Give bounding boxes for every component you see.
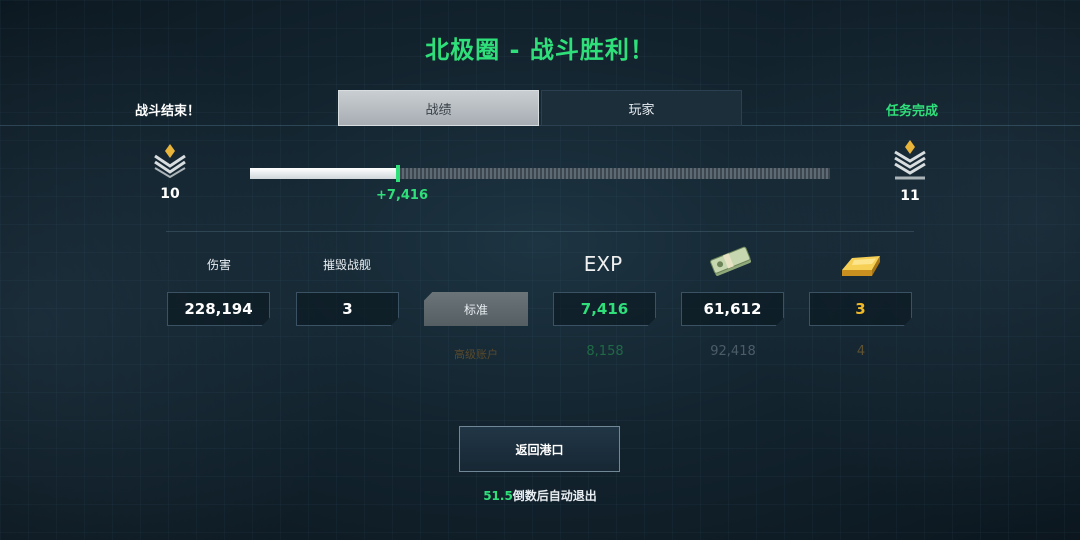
tab-record[interactable]: 战绩 [338,90,539,126]
countdown-text: 倒数后自动退出 [512,489,597,503]
standard-exp-box: 7,416 [553,292,656,326]
current-rank: 10 [150,142,190,202]
return-to-port-button[interactable]: 返回港口 [459,426,620,472]
mission-complete-label: 任务完成 [885,104,938,119]
premium-account-label: 高级账户 [454,348,498,361]
rank-chevron-icon [154,144,186,179]
standard-reward-label: 标准 [424,292,528,326]
ships-destroyed-header: 摧毁战舰 [322,258,371,272]
countdown-seconds: 51.5 [483,489,513,503]
standard-gold-box: 3 [809,292,912,326]
exp-header: EXP [583,252,623,276]
standard-credits-box: 61,612 [681,292,784,326]
exp-progress-bar [250,165,830,182]
rank-chevron-icon [894,140,926,180]
damage-header: 伤害 [206,258,231,272]
ships-destroyed-value-box: 3 [296,292,399,326]
battle-ended-label: 战斗结束！ [135,104,201,119]
current-rank-number: 10 [160,186,180,202]
tab-players[interactable]: 玩家 [541,90,742,126]
battle-result-title: 北极圈 - 战斗胜利！ [425,36,655,64]
background-glow-right [720,0,1080,540]
stats-divider [166,231,914,232]
exp-progress-marker [396,165,400,182]
auto-exit-countdown: 51.5倒数后自动退出 [0,487,1080,504]
next-rank-number: 11 [900,188,920,204]
exp-progress-fill [250,168,398,179]
result-tabs: 战绩 玩家 [338,90,742,126]
premium-credits-value: 92,418 [710,344,756,359]
cash-stack-icon [710,246,752,276]
next-rank: 11 [890,138,930,204]
exp-gain-label: +7,416 [376,188,429,203]
premium-exp-value: 8,158 [586,344,624,359]
damage-value-box: 228,194 [167,292,270,326]
gold-bar-icon [842,256,880,276]
premium-gold-value: 4 [856,344,866,359]
